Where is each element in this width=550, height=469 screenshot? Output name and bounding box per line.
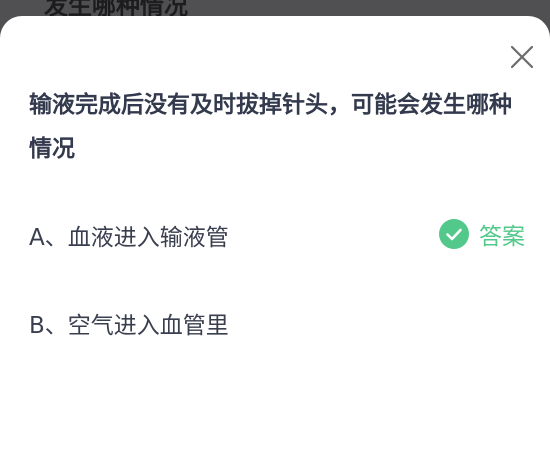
option-b-label: B、空气进入血管里 (29, 313, 229, 339)
option-a-label: A、血液进入输液管 (29, 225, 229, 251)
close-icon (510, 45, 534, 69)
answer-label: 答案 (479, 224, 525, 250)
question-dialog: 输液完成后没有及时拔掉针头，可能会发生哪种情况 A、血液进入输液管 答案 B、空… (0, 16, 550, 469)
option-a[interactable]: A、血液进入输液管 答案 (0, 206, 550, 262)
close-button[interactable] (505, 40, 539, 74)
option-b[interactable]: B、空气进入血管里 (0, 294, 550, 350)
question-text: 输液完成后没有及时拔掉针头，可能会发生哪种情况 (29, 92, 512, 162)
answer-badge: 答案 (439, 218, 525, 250)
check-circle-icon (439, 219, 469, 249)
